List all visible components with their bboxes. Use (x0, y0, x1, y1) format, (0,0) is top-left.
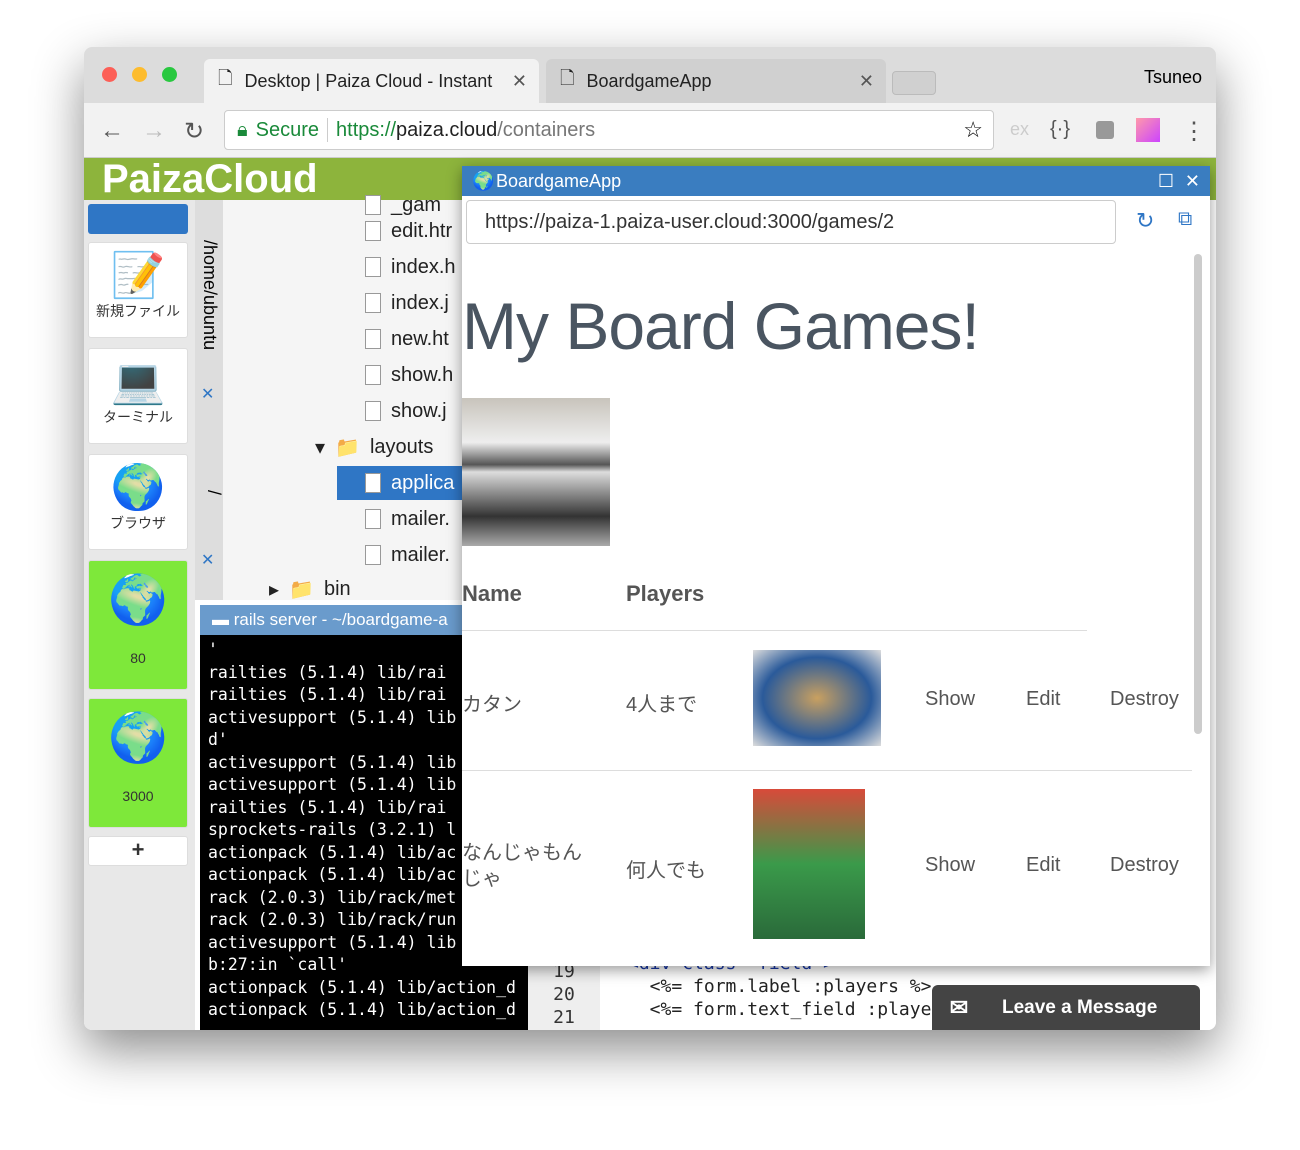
folder-bin[interactable]: ▸ 📁 bin (269, 572, 351, 606)
page-heading: My Board Games! (462, 289, 980, 363)
show-link[interactable]: Show (925, 688, 975, 711)
back-icon[interactable]: ← (100, 117, 124, 145)
forward-icon[interactable]: → (142, 117, 166, 145)
path-tabs: /home/ubuntu ✕ / ✕ (195, 200, 224, 600)
add-button[interactable]: + (88, 836, 188, 866)
extension-ex-icon[interactable]: ex (1010, 119, 1029, 140)
file-item[interactable]: edit.htr (365, 214, 452, 248)
close-path-icon[interactable]: ✕ (201, 384, 214, 404)
extension-color-icon[interactable] (1136, 118, 1160, 142)
bookmark-star-icon[interactable]: ☆ (963, 117, 983, 143)
game-name: なんじゃもんじゃ (462, 842, 582, 890)
menu-icon[interactable]: ⋮ (1182, 117, 1206, 146)
file-item[interactable]: index.h (365, 250, 456, 284)
catan-photo (753, 650, 881, 746)
scrollbar[interactable] (1194, 254, 1202, 734)
terminal-button[interactable]: 💻 ターミナル (88, 348, 188, 444)
close-icon[interactable]: ✕ (1185, 166, 1200, 196)
file-item[interactable]: show.j (365, 394, 447, 428)
new-tab-button[interactable] (892, 71, 936, 95)
globe-icon: 🌍 (108, 712, 168, 765)
path-tab-home[interactable]: /home/ubuntu (199, 240, 220, 350)
game-players: 4人まで (626, 694, 698, 716)
close-tab-icon[interactable]: ✕ (512, 71, 527, 92)
caret-down-icon: ▾ (315, 436, 326, 459)
reload-icon[interactable]: ↻ (184, 117, 204, 146)
file-item[interactable]: show.h (365, 358, 453, 392)
browser-window: 🗋 Desktop | Paiza Cloud - Instant ✕ 🗋 Board… (84, 47, 1216, 1030)
folder-icon: 📁 (289, 578, 314, 601)
close-window-button[interactable] (102, 67, 117, 82)
flag-dropdown-button[interactable] (88, 204, 188, 234)
path-tab-root[interactable]: / (203, 490, 224, 495)
globe-icon: 🌍 (472, 171, 495, 191)
open-external-icon[interactable]: ⧉ (1178, 208, 1192, 231)
maximize-icon[interactable]: ☐ (1158, 166, 1174, 196)
game-box-photo (753, 789, 865, 939)
browser-popup: 🌍 BoardgameApp ☐ ✕ https://paiza-1.paiza-u… (462, 166, 1210, 966)
address-bar[interactable]: 🔒︎ Secure https://paiza.cloud/containers… (224, 110, 994, 150)
game-players: 何人でも (626, 860, 706, 882)
profile-name[interactable]: Tsuneo (1144, 67, 1202, 88)
leave-message-button[interactable]: ✉ Leave a Message (932, 985, 1200, 1030)
popup-url-field[interactable]: https://paiza-1.paiza-user.cloud:3000/ga… (466, 200, 1116, 244)
laptop-icon: 💻 (110, 357, 166, 406)
sidebar: 📝 新規ファイル 💻 ターミナル 🌍 ブラウザ 🌍 80 🌍 3000 + (84, 200, 195, 1030)
file-item[interactable]: mailer. (365, 538, 450, 572)
globe-icon: 🌍 (110, 463, 166, 512)
envelope-icon: ✉ (949, 994, 969, 1020)
minimize-window-button[interactable] (132, 67, 147, 82)
caret-right-icon: ▸ (269, 578, 280, 601)
extension-tabs-icon[interactable] (1096, 121, 1114, 139)
folder-icon: 📁 (335, 436, 360, 459)
edit-link[interactable]: Edit (1026, 854, 1060, 877)
notepad-icon: 📝 (110, 251, 166, 300)
browser-button[interactable]: 🌍 ブラウザ (88, 454, 188, 550)
tab-boardgameapp[interactable]: 🗋 BoardgameApp ✕ (546, 59, 886, 103)
shelf-photo (462, 398, 610, 546)
port-80-button[interactable]: 🌍 80 (88, 560, 188, 690)
show-link[interactable]: Show (925, 854, 975, 877)
tab-bar: 🗋 Desktop | Paiza Cloud - Instant ✕ 🗋 Board… (84, 47, 1216, 103)
close-tab-icon[interactable]: ✕ (859, 71, 874, 92)
terminal-icon: ▬ (212, 610, 234, 629)
destroy-link[interactable]: Destroy (1110, 854, 1179, 877)
globe-icon: 🌍 (108, 574, 168, 627)
file-item[interactable]: new.ht (365, 322, 449, 356)
new-file-button[interactable]: 📝 新規ファイル (88, 242, 188, 338)
edit-link[interactable]: Edit (1026, 688, 1060, 711)
refresh-icon[interactable]: ↻ (1136, 208, 1154, 234)
close-path-icon[interactable]: ✕ (201, 550, 214, 570)
paizacloud-logo: PaizaCloud (102, 157, 318, 201)
page-icon: 🗋 (560, 68, 575, 88)
destroy-link[interactable]: Destroy (1110, 688, 1179, 711)
port-3000-button[interactable]: 🌍 3000 (88, 698, 188, 828)
game-name: カタン (462, 694, 522, 716)
folder-layouts[interactable]: ▾ 📁 layouts (315, 430, 433, 464)
maximize-window-button[interactable] (162, 67, 177, 82)
file-item[interactable]: mailer. (365, 502, 450, 536)
tab-desktop[interactable]: 🗋 Desktop | Paiza Cloud - Instant ✕ (204, 59, 539, 103)
file-item-selected[interactable]: applica (337, 466, 467, 500)
popup-titlebar[interactable]: 🌍 BoardgameApp ☐ ✕ (462, 166, 1210, 196)
toolbar: ← → ↻ 🔒︎ Secure https://paiza.cloud/cont… (84, 103, 1216, 158)
file-item[interactable]: index.j (365, 286, 449, 320)
extension-json-icon[interactable]: {·} (1050, 118, 1070, 141)
file-tree-panel: /home/ubuntu ✕ / ✕ _gam edit.htr index.h… (195, 194, 467, 601)
page-icon: 🗋 (218, 68, 233, 88)
lock-icon: 🔒︎ (237, 118, 248, 141)
